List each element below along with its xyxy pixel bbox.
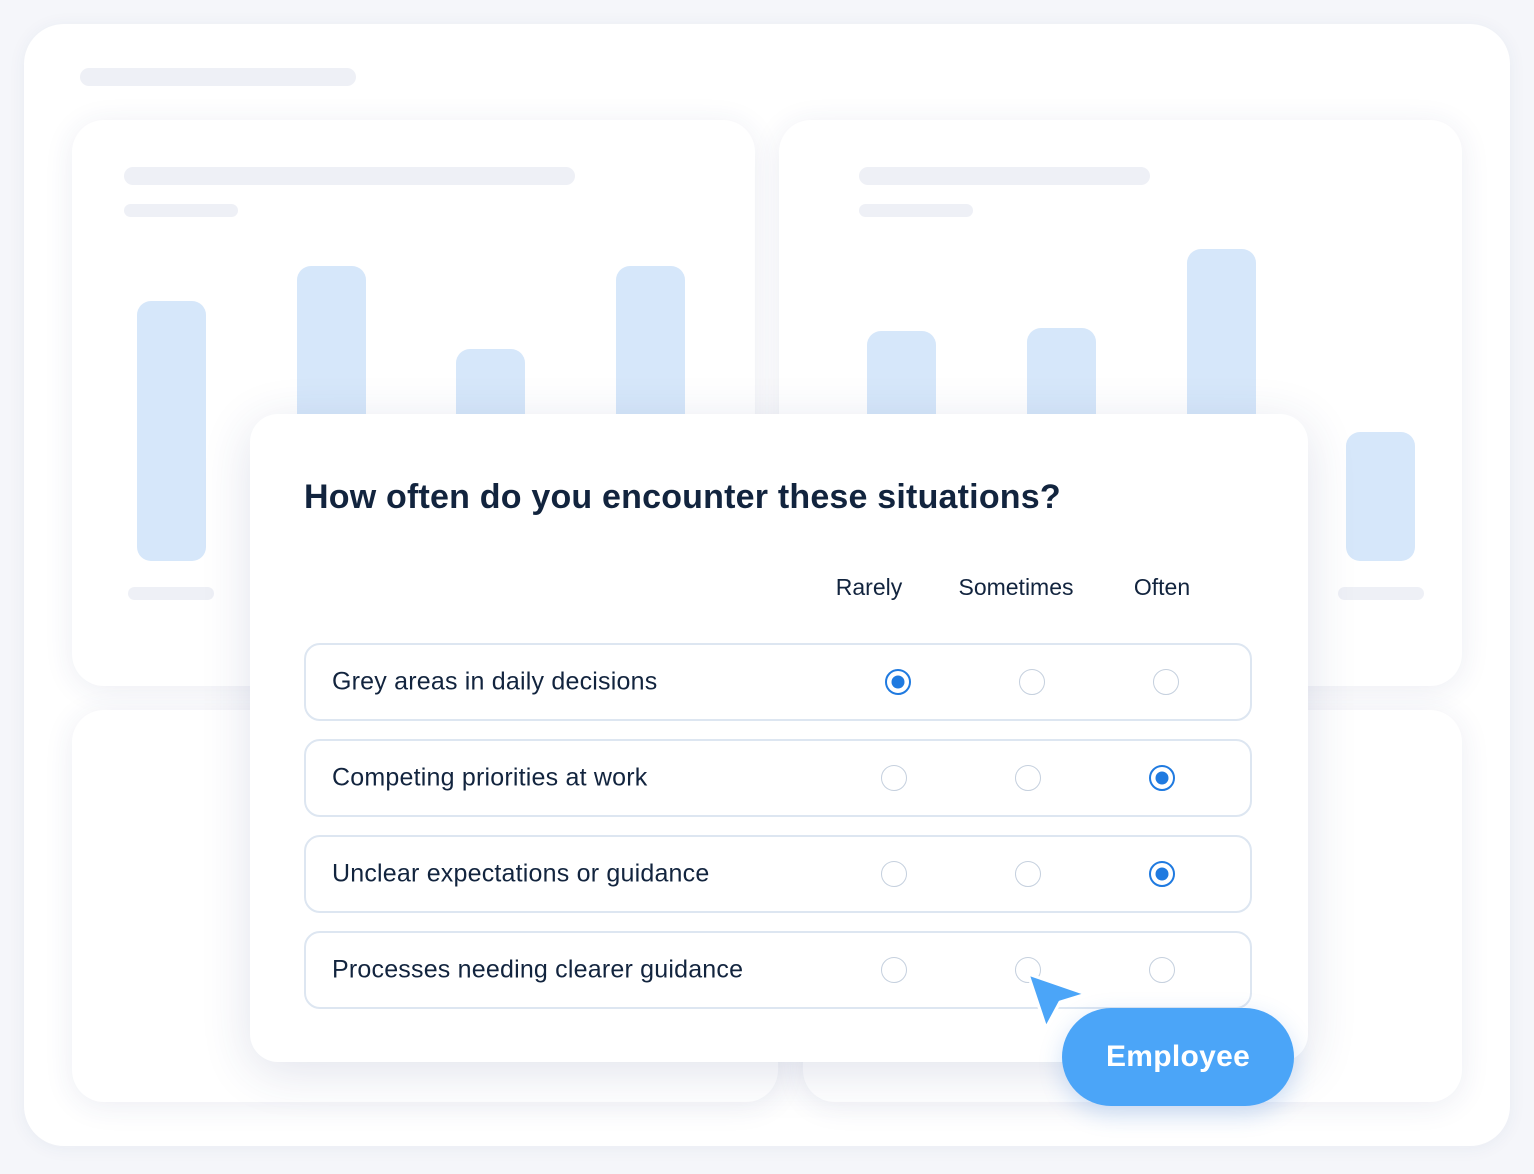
- row-label: Processes needing clearer guidance: [332, 955, 744, 984]
- survey-row-processes: Processes needing clearer guidance: [304, 931, 1252, 1009]
- page-title-placeholder: [80, 68, 356, 86]
- card-title-placeholder: [124, 167, 575, 185]
- radio-rarely[interactable]: [881, 861, 907, 887]
- survey-question: How often do you encounter these situati…: [304, 478, 1061, 516]
- radio-often[interactable]: [1153, 669, 1179, 695]
- survey-card: How often do you encounter these situati…: [250, 414, 1308, 1062]
- radio-often[interactable]: [1149, 765, 1175, 791]
- card-subtitle-placeholder: [124, 204, 238, 217]
- radio-sometimes[interactable]: [1019, 669, 1045, 695]
- radio-sometimes[interactable]: [1015, 765, 1041, 791]
- radio-rarely[interactable]: [881, 957, 907, 983]
- column-header-sometimes: Sometimes: [958, 574, 1074, 600]
- radio-sometimes[interactable]: [1015, 861, 1041, 887]
- card-title-placeholder: [859, 167, 1150, 185]
- radio-rarely[interactable]: [885, 669, 911, 695]
- radio-often[interactable]: [1149, 861, 1175, 887]
- row-label: Unclear expectations or guidance: [332, 859, 710, 888]
- survey-row-unclear-expectations: Unclear expectations or guidance: [304, 835, 1252, 913]
- row-label: Competing priorities at work: [332, 763, 648, 792]
- chart-bar: [1346, 432, 1415, 561]
- employee-badge: Employee: [1062, 1008, 1294, 1106]
- axis-label-placeholder: [128, 587, 214, 600]
- card-subtitle-placeholder: [859, 204, 973, 217]
- column-header-often: Often: [1133, 574, 1191, 600]
- column-header-rarely: Rarely: [835, 574, 903, 600]
- chart-bar: [137, 301, 206, 561]
- axis-label-placeholder: [1338, 587, 1424, 600]
- radio-often[interactable]: [1149, 957, 1175, 983]
- radio-rarely[interactable]: [881, 765, 907, 791]
- survey-row-competing-priorities: Competing priorities at work: [304, 739, 1252, 817]
- row-label: Grey areas in daily decisions: [332, 667, 658, 696]
- survey-row-grey-areas: Grey areas in daily decisions: [304, 643, 1252, 721]
